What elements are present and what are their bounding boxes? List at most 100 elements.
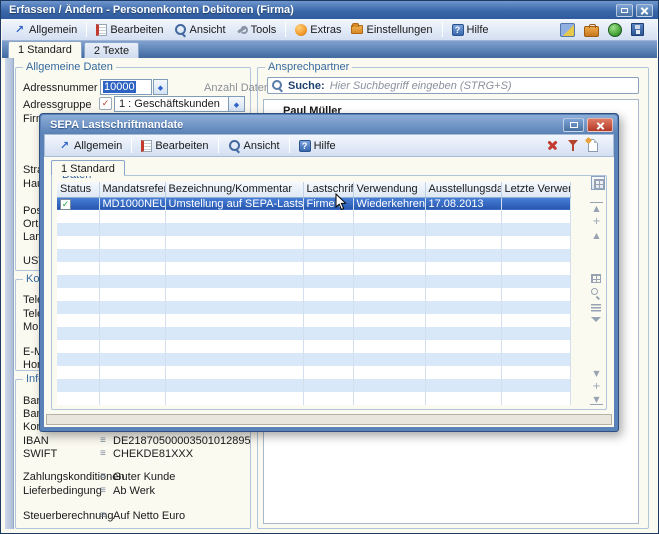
globe-icon[interactable]	[608, 23, 622, 37]
empty-row[interactable]	[57, 379, 570, 392]
add-row-button[interactable]: +	[590, 216, 603, 227]
contact-search-box[interactable]: Suche: Hier Suchbegriff eingeben (STRG+S…	[267, 77, 639, 94]
menu-separator	[442, 22, 443, 37]
scroll-down-button[interactable]: ▼	[590, 368, 603, 379]
empty-row[interactable]	[57, 275, 570, 288]
search-label: Suche:	[288, 80, 325, 92]
field-lines-icon: ≡	[100, 471, 109, 482]
update-icon[interactable]	[560, 23, 575, 37]
dialog-restore-button[interactable]	[563, 118, 584, 132]
dialog-titlebar[interactable]: SEPA Lastschriftmandate	[41, 115, 617, 134]
magnifier-icon	[228, 140, 241, 152]
remove-row-button[interactable]: +	[590, 381, 603, 392]
column-header[interactable]: Ausstellungsdatum	[425, 182, 501, 197]
main-window: Erfassen / Ändern - Personenkonten Debit…	[0, 0, 659, 534]
empty-row[interactable]	[57, 353, 570, 366]
menu-label: Allgemein	[29, 24, 77, 36]
edit-icon	[96, 24, 107, 36]
menu-separator	[285, 22, 286, 37]
save-icon[interactable]	[631, 23, 644, 36]
dialog-body: 1 Standard Daten StatusMandatsreferenzBe…	[44, 157, 614, 427]
empty-row[interactable]	[57, 223, 570, 236]
scroll-to-bottom-button[interactable]: ▼	[590, 394, 603, 405]
empty-row[interactable]	[57, 366, 570, 379]
dialog-menu-ansicht[interactable]: Ansicht	[223, 138, 285, 154]
table-filter-icon[interactable]	[591, 317, 601, 322]
menu-label: Bearbeiten	[110, 24, 163, 36]
column-header[interactable]: Verwendung	[353, 182, 425, 197]
dialog-close-button[interactable]	[587, 118, 613, 132]
dialog-tab-standard[interactable]: 1 Standard	[51, 160, 125, 176]
delete-icon[interactable]	[546, 139, 559, 152]
menu-bearbeiten[interactable]: Bearbeiten	[91, 22, 168, 38]
menu-label: Hilfe	[467, 24, 489, 36]
dialog-toolbar-right	[546, 139, 605, 152]
empty-row[interactable]	[57, 262, 570, 275]
adressgruppe-value: 1 : Geschäftskunden	[119, 98, 220, 110]
search-placeholder: Hier Suchbegriff eingeben (STRG+S)	[330, 80, 512, 92]
empty-row[interactable]	[57, 249, 570, 262]
group-label: Allgemeine Daten	[23, 61, 116, 73]
menu-label: Ansicht	[190, 24, 226, 36]
zahlungskonditionen-value: Guter Kunde	[113, 471, 175, 484]
menu-tools[interactable]: Tools	[231, 22, 282, 38]
menu-label: Allgemein	[74, 140, 122, 152]
empty-row[interactable]	[57, 314, 570, 327]
scroll-to-top-button[interactable]: ▲	[590, 202, 603, 213]
mandate-cell: Wiederkehrend	[353, 197, 425, 210]
column-header[interactable]: Mandatsreferenz	[99, 182, 165, 197]
menu-extras[interactable]: Extras	[290, 22, 346, 38]
dropdown-diamond-icon[interactable]	[228, 97, 244, 111]
tab-texte[interactable]: 2 Texte	[84, 42, 139, 58]
table-search-icon[interactable]	[591, 288, 602, 299]
table-header-row: StatusMandatsreferenzBezeichnung/Komment…	[57, 182, 570, 197]
mandates-table[interactable]: StatusMandatsreferenzBezeichnung/Komment…	[57, 182, 571, 405]
adressgruppe-combobox[interactable]: 1 : Geschäftskunden	[114, 96, 245, 112]
empty-row[interactable]	[57, 210, 570, 223]
menu-separator	[86, 22, 87, 37]
close-button[interactable]	[636, 4, 653, 17]
menu-ansicht[interactable]: Ansicht	[169, 22, 231, 38]
briefcase-icon[interactable]	[584, 26, 599, 37]
dialog-bottom-bar[interactable]	[46, 414, 612, 425]
grid-view-icon[interactable]	[591, 274, 601, 283]
left-collapse-strip[interactable]	[5, 58, 14, 529]
tab-standard[interactable]: 1 Standard	[8, 41, 82, 58]
checked-box-icon[interactable]	[99, 97, 112, 110]
empty-row[interactable]	[57, 301, 570, 314]
empty-row[interactable]	[57, 392, 570, 405]
column-header[interactable]: Bezeichnung/Kommentar	[165, 182, 303, 197]
empty-row[interactable]	[57, 288, 570, 301]
swift-label: SWIFT	[23, 448, 57, 461]
adressnummer-label: Adressnummer	[23, 82, 98, 95]
empty-row[interactable]	[57, 340, 570, 353]
empty-row[interactable]	[57, 327, 570, 340]
iban-value: DE21870500003501012895	[113, 435, 251, 448]
mandate-cell: 17.08.2013	[425, 197, 501, 210]
table-sort-icon[interactable]	[591, 304, 601, 313]
menu-allgemein[interactable]: ↗Allgemein	[8, 21, 82, 38]
column-header[interactable]: Status	[57, 182, 99, 197]
sepa-dialog: SEPA Lastschriftmandate ↗Allgemein Bearb…	[39, 113, 619, 432]
dialog-menu-bearbeiten[interactable]: Bearbeiten	[136, 138, 213, 154]
menu-label: Ansicht	[244, 140, 280, 152]
column-header[interactable]: Letzte Verwendung	[501, 182, 570, 197]
close-icon	[637, 5, 652, 16]
main-tabstrip: 1 Standard 2 Texte	[2, 41, 657, 58]
scroll-up-button[interactable]: ▲	[590, 230, 603, 241]
empty-row[interactable]	[57, 236, 570, 249]
menu-label: Einstellungen	[366, 24, 432, 36]
filter-icon[interactable]	[568, 139, 579, 152]
restore-button[interactable]	[616, 4, 633, 17]
menu-einstellungen[interactable]: Einstellungen	[346, 22, 437, 38]
adressnummer-input[interactable]: 10000	[100, 79, 152, 95]
dialog-menu-allgemein[interactable]: ↗Allgemein	[53, 137, 127, 154]
mandate-row[interactable]: ✓MD1000NEUUmstellung auf SEPA-Lastschrif…	[57, 197, 570, 210]
new-document-icon[interactable]	[588, 139, 598, 152]
dialog-menu-hilfe[interactable]: Hilfe	[294, 138, 341, 154]
adressnummer-spinner[interactable]	[153, 79, 168, 95]
ort-label: Ort	[23, 218, 38, 231]
main-titlebar[interactable]: Erfassen / Ändern - Personenkonten Debit…	[1, 1, 658, 19]
menu-hilfe[interactable]: Hilfe	[447, 22, 494, 38]
nav-arrow-icon: ↗	[13, 23, 26, 36]
